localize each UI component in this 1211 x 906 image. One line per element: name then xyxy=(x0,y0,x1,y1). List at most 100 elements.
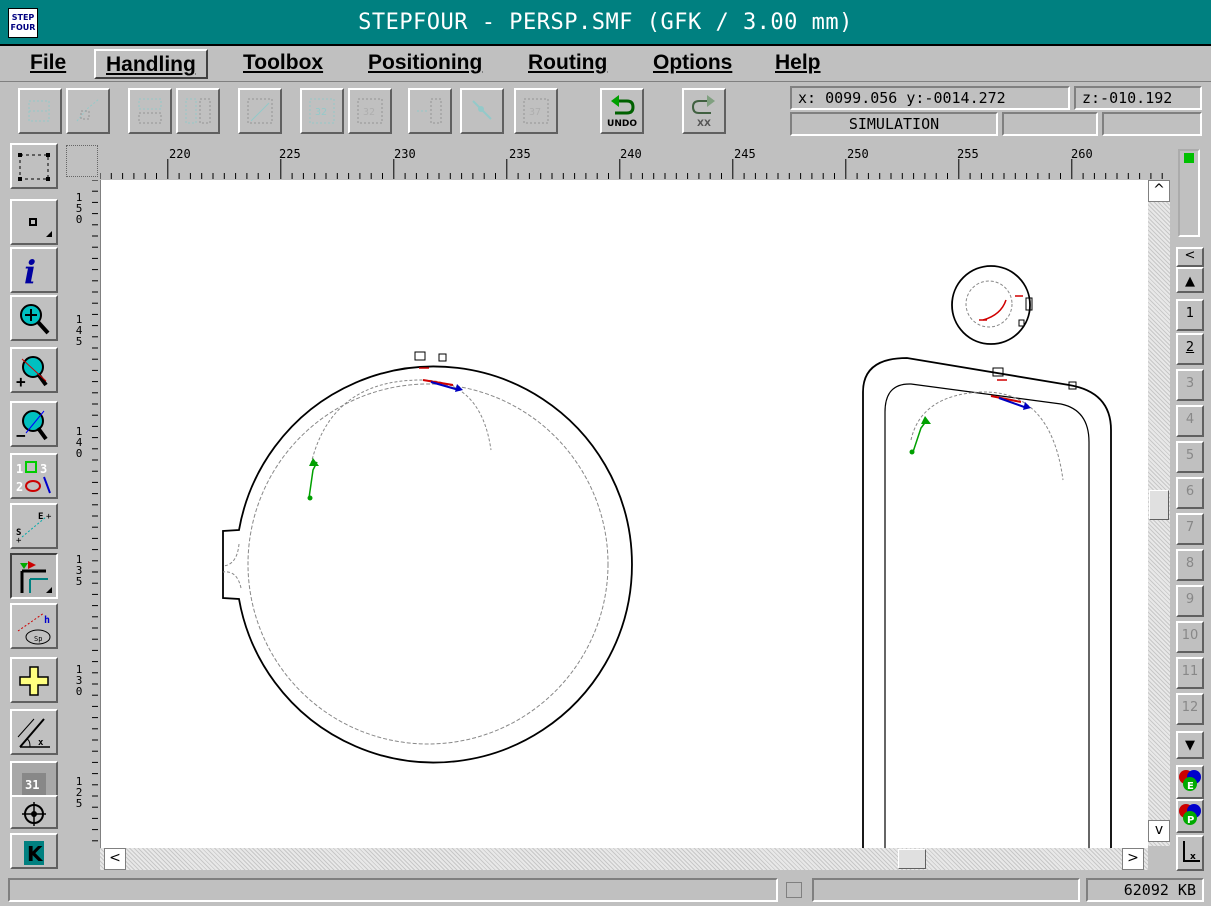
scroll-right-button[interactable]: > xyxy=(1122,848,1144,870)
menu-toolbox[interactable]: Toolbox xyxy=(233,49,333,79)
ruler-label-255: 255 xyxy=(957,147,979,161)
objects-numbering-icon: 1 3 2 xyxy=(16,461,51,494)
ruler-label-250: 250 xyxy=(847,147,869,161)
svg-text:2: 2 xyxy=(16,480,23,494)
measure-button[interactable]: x xyxy=(10,709,58,755)
vertical-scrollbar[interactable]: ^ v xyxy=(1148,180,1170,846)
menu-routing[interactable]: Routing xyxy=(518,49,617,79)
status-indicator[interactable] xyxy=(786,882,802,898)
layer-3-button[interactable]: 3 xyxy=(1176,369,1204,401)
svg-text:h: h xyxy=(44,615,50,626)
menu-file[interactable]: File xyxy=(20,49,76,79)
layer-5-button[interactable]: 5 xyxy=(1176,441,1204,473)
layer-scroll-up-button[interactable]: ▲ xyxy=(1176,267,1204,293)
ruler-corner[interactable] xyxy=(66,145,98,177)
layer-1-button[interactable]: 1 xyxy=(1176,299,1204,331)
right-panel: < ▲ 1 2 3 4 5 6 7 8 9 10 11 12 ▼ E P x xyxy=(1172,143,1208,883)
tool-align-left-button[interactable] xyxy=(18,88,62,134)
small-circle-outline xyxy=(951,265,1031,345)
ruler-label-235: 235 xyxy=(509,147,531,161)
menu-positioning[interactable]: Positioning xyxy=(358,49,492,79)
layer-scroll-down-button[interactable]: ▼ xyxy=(1176,731,1204,759)
rotate-icon xyxy=(76,98,100,122)
start-end-button[interactable]: E + S + xyxy=(10,503,58,549)
ramp-button[interactable]: h Sp xyxy=(10,603,58,649)
zoom-button[interactable] xyxy=(10,295,58,341)
group-icon: 37 xyxy=(523,98,549,124)
scroll-down-button[interactable]: v xyxy=(1148,820,1170,842)
status-field-3 xyxy=(1102,112,1202,136)
ruler-label-150: 150 xyxy=(75,191,83,226)
ruler-label-260: 260 xyxy=(1071,147,1093,161)
axes-button[interactable]: x xyxy=(1176,835,1204,871)
rect-part-outline xyxy=(862,357,1112,848)
point-button[interactable] xyxy=(10,199,58,245)
info-button[interactable]: i xyxy=(10,247,58,293)
mode-indicator: SIMULATION xyxy=(790,112,998,136)
tool-group-button[interactable]: 37 xyxy=(514,88,558,134)
vertical-ruler-ticks xyxy=(92,180,98,842)
tool-move-button[interactable] xyxy=(408,88,452,134)
k-button[interactable]: K xyxy=(10,833,58,869)
svg-text:E: E xyxy=(38,512,43,522)
drawing-svg xyxy=(222,265,1112,848)
undo-button[interactable]: UNDO xyxy=(600,88,644,134)
layer-10-button[interactable]: 10 xyxy=(1176,621,1204,653)
layer-12-button[interactable]: 12 xyxy=(1176,693,1204,725)
crosshair-plus-icon xyxy=(19,666,49,696)
layer-6-button[interactable]: 6 xyxy=(1176,477,1204,509)
scale-icon xyxy=(247,98,273,124)
color-p-button[interactable]: P xyxy=(1176,799,1204,833)
svg-text:x: x xyxy=(38,738,44,748)
layer-7-button[interactable]: 7 xyxy=(1176,513,1204,545)
tool-node-button[interactable] xyxy=(460,88,504,134)
redo-icon xyxy=(691,95,715,114)
tool-scale-button[interactable] xyxy=(238,88,282,134)
routing-corner-button[interactable] xyxy=(10,553,58,599)
tool-offset-button[interactable]: 32 xyxy=(300,88,344,134)
start-end-icon: E +S+ xyxy=(16,512,52,545)
target-button[interactable] xyxy=(10,795,58,829)
tool-mirror-button[interactable] xyxy=(176,88,220,134)
select-rect-icon xyxy=(18,153,50,181)
crosshair-plus-button[interactable] xyxy=(10,657,58,703)
objects-numbering-button[interactable]: 1 3 2 xyxy=(10,453,58,499)
horizontal-scroll-thumb[interactable] xyxy=(898,849,926,869)
color-e-icon: E xyxy=(1179,770,1201,792)
panel-collapse-button[interactable]: < xyxy=(1176,247,1204,267)
node-icon xyxy=(472,100,492,120)
layer-2-button[interactable]: 2 xyxy=(1176,333,1204,365)
tool-array-button[interactable] xyxy=(128,88,172,134)
vertical-scroll-thumb[interactable] xyxy=(1149,490,1169,520)
select-rect-button[interactable] xyxy=(10,143,58,189)
measure-icon: x xyxy=(17,718,50,748)
svg-text:Sp: Sp xyxy=(34,635,42,643)
menu-help[interactable]: Help xyxy=(765,49,831,79)
color-e-button[interactable]: E xyxy=(1176,765,1204,799)
z-coordinate-readout: z:-010.192 xyxy=(1074,86,1202,110)
round-part-lead-arrow xyxy=(309,458,319,466)
layer-8-button[interactable]: 8 xyxy=(1176,549,1204,581)
menu-options[interactable]: Options xyxy=(643,49,742,79)
horizontal-scrollbar[interactable]: < > xyxy=(100,848,1148,870)
layer-11-button[interactable]: 11 xyxy=(1176,657,1204,689)
zoom-in-button[interactable]: + xyxy=(10,347,58,393)
tool-rotate-button[interactable] xyxy=(66,88,110,134)
tool-copy-button[interactable]: 32 xyxy=(348,88,392,134)
drawing-canvas[interactable] xyxy=(100,180,1148,848)
layer-9-button[interactable]: 9 xyxy=(1176,585,1204,617)
menu-handling[interactable]: Handling xyxy=(94,49,208,79)
target-icon xyxy=(22,802,46,826)
axes-icon: x xyxy=(1183,841,1200,862)
redo-button[interactable]: XX xyxy=(682,88,726,134)
layer-4-button[interactable]: 4 xyxy=(1176,405,1204,437)
ruler-label-240: 240 xyxy=(620,147,642,161)
zoom-out-button[interactable]: − xyxy=(10,401,58,447)
svg-text:31: 31 xyxy=(25,778,39,792)
svg-text:3: 3 xyxy=(40,462,47,476)
scroll-up-button[interactable]: ^ xyxy=(1148,180,1170,202)
status-field xyxy=(812,878,1080,902)
zoom-in-icon: + xyxy=(16,356,48,389)
move-icon xyxy=(417,98,442,124)
scroll-left-button[interactable]: < xyxy=(104,848,126,870)
